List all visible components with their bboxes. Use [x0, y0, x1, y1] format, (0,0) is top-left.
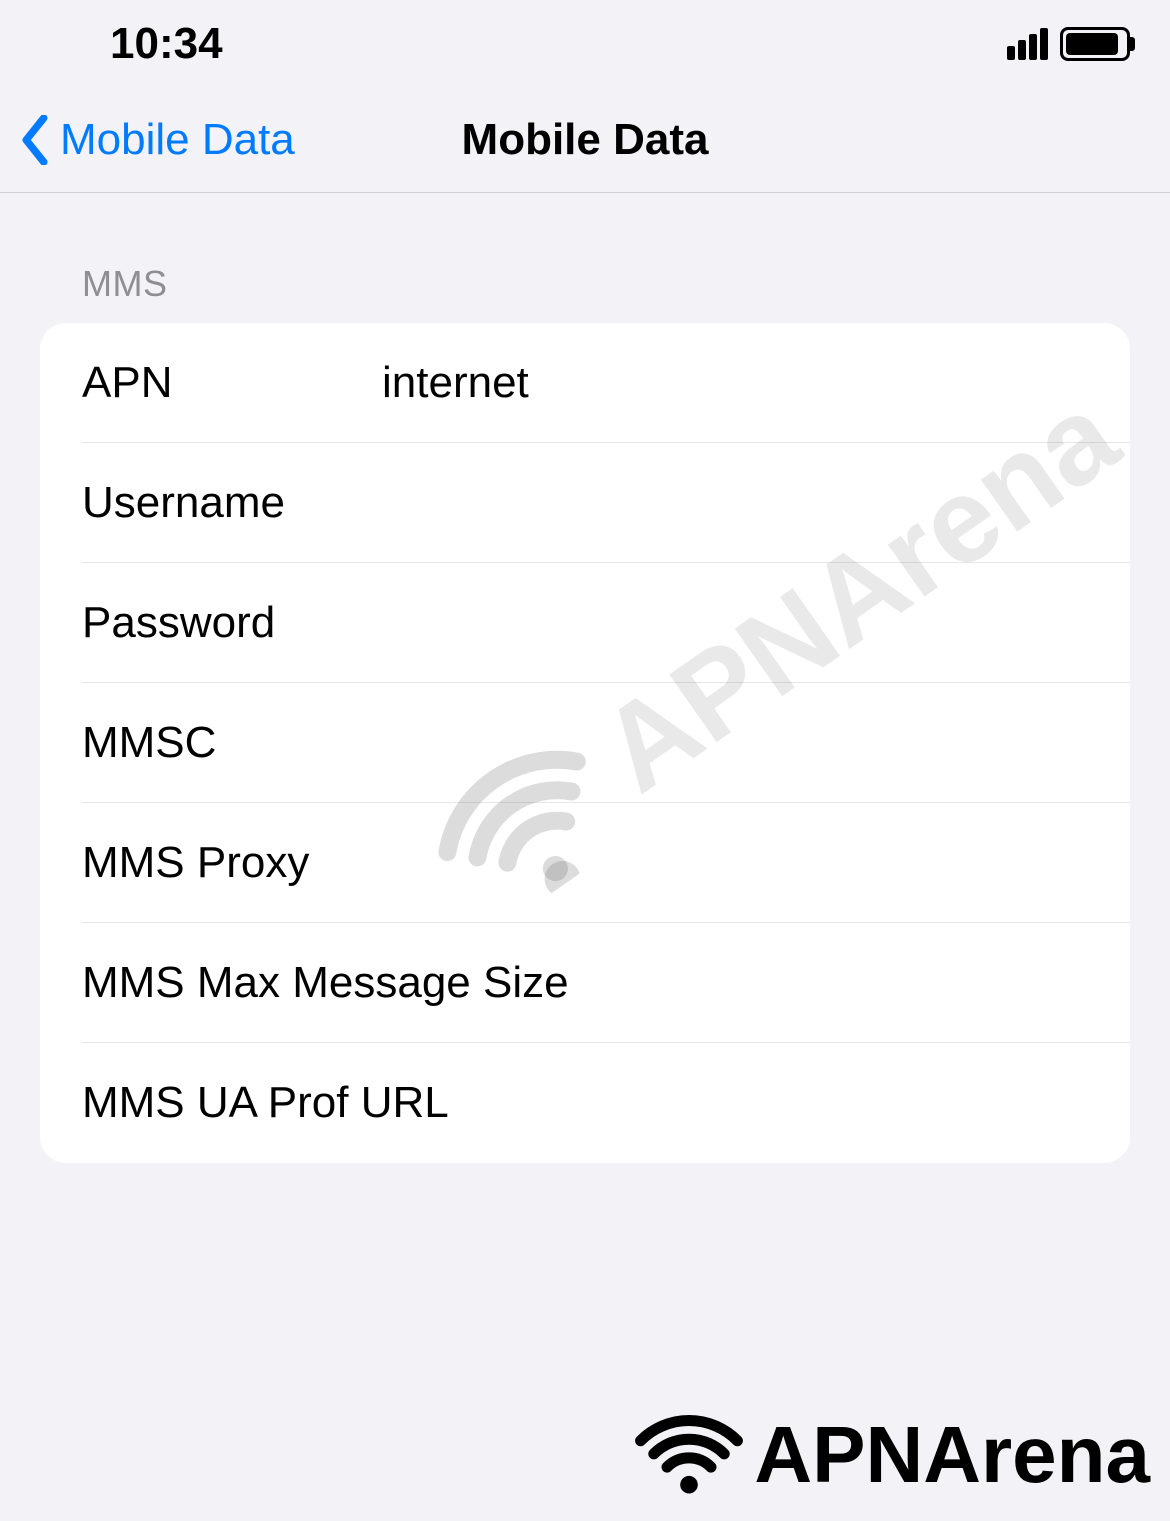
- status-indicators: [1007, 27, 1130, 61]
- row-mms-proxy[interactable]: MMS Proxy: [40, 803, 1130, 923]
- row-label-mms-ua-prof: MMS UA Prof URL: [82, 1078, 1130, 1128]
- row-apn[interactable]: APN: [40, 323, 1130, 443]
- settings-group-mms: APN Username Password MMSC MMS Proxy MMS…: [40, 323, 1130, 1163]
- row-label-mms-max-size: MMS Max Message Size: [82, 958, 1130, 1008]
- status-time: 10:34: [110, 19, 223, 69]
- row-label-username: Username: [82, 478, 382, 528]
- back-button[interactable]: Mobile Data: [20, 115, 295, 165]
- row-label-apn: APN: [82, 358, 382, 408]
- row-mms-max-size[interactable]: MMS Max Message Size: [40, 923, 1130, 1043]
- row-mmsc[interactable]: MMSC: [40, 683, 1130, 803]
- footer-brand-text: APNArena: [754, 1409, 1150, 1501]
- row-password[interactable]: Password: [40, 563, 1130, 683]
- status-bar: 10:34: [0, 0, 1170, 88]
- footer-brand: APNArena: [634, 1409, 1150, 1501]
- input-username[interactable]: [382, 478, 1130, 528]
- row-username[interactable]: Username: [40, 443, 1130, 563]
- row-label-mms-proxy: MMS Proxy: [82, 838, 382, 888]
- chevron-left-icon: [20, 115, 50, 165]
- back-label: Mobile Data: [60, 115, 295, 165]
- signal-icon: [1007, 28, 1048, 60]
- input-mmsc[interactable]: [382, 718, 1130, 768]
- section-header-mms: MMS: [40, 263, 1130, 323]
- content-area: MMS APN Username Password MMSC MMS Proxy…: [0, 193, 1170, 1163]
- page-title: Mobile Data: [462, 115, 709, 165]
- row-label-password: Password: [82, 598, 382, 648]
- battery-icon: [1060, 27, 1130, 61]
- input-mms-proxy[interactable]: [382, 838, 1130, 888]
- nav-bar: Mobile Data Mobile Data: [0, 88, 1170, 193]
- row-label-mmsc: MMSC: [82, 718, 382, 768]
- input-password[interactable]: [382, 598, 1130, 648]
- input-apn[interactable]: [382, 358, 1130, 408]
- row-mms-ua-prof[interactable]: MMS UA Prof URL: [40, 1043, 1130, 1163]
- wifi-icon: [634, 1412, 744, 1498]
